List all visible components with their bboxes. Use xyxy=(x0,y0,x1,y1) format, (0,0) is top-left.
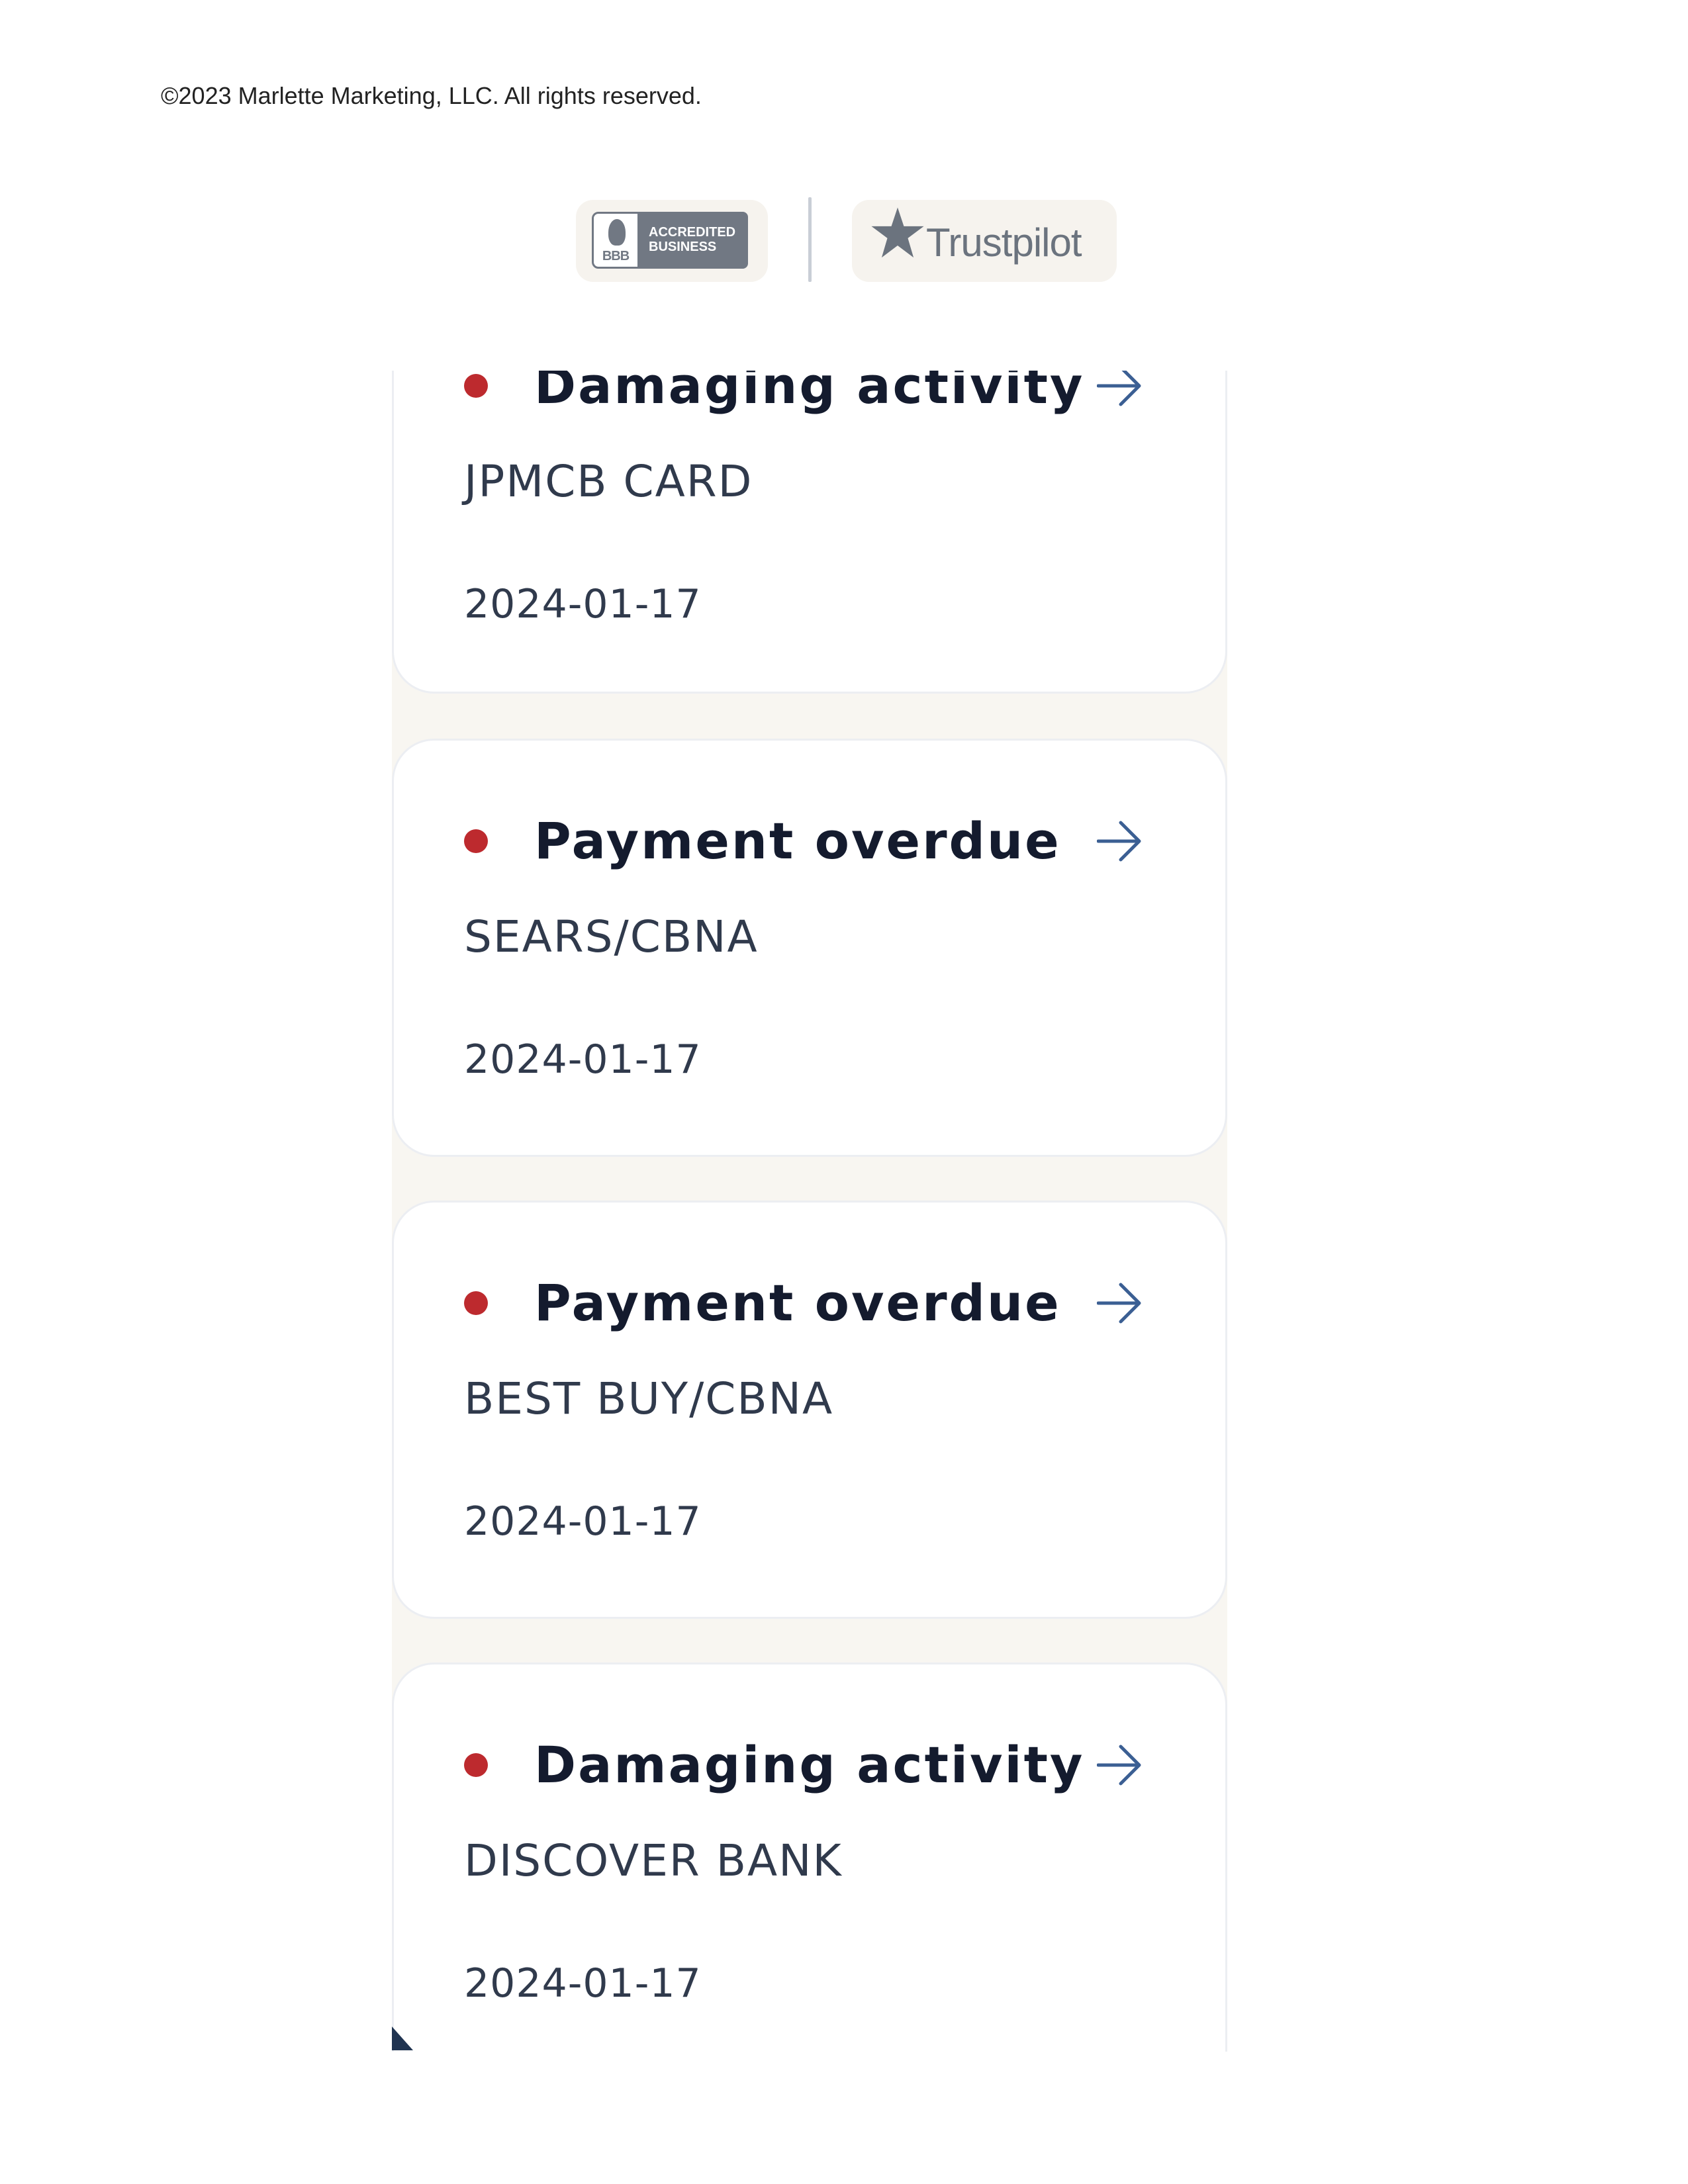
trustpilot-label: Trustpilot xyxy=(926,220,1082,265)
alert-account: BEST BUY/CBNA xyxy=(464,1373,834,1424)
red-dot-icon xyxy=(464,829,488,853)
alert-title: Damaging activity xyxy=(534,371,1085,415)
red-dot-icon xyxy=(464,1753,488,1777)
alert-card[interactable]: Payment overdue SEARS/CBNA 2024-01-17 xyxy=(392,739,1227,1157)
trustpilot-badge[interactable]: Trustpilot xyxy=(852,200,1117,282)
alert-title: Payment overdue xyxy=(534,811,1061,870)
bbb-torch-icon xyxy=(608,219,626,246)
bbb-line-2: BUSINESS xyxy=(649,240,717,254)
red-dot-icon xyxy=(464,1291,488,1315)
arrow-right-icon[interactable] xyxy=(1097,819,1142,864)
star-icon xyxy=(871,207,924,258)
bbb-accredited-badge[interactable]: BBB ACCREDITED BUSINESS xyxy=(576,200,768,282)
copyright-text: ©2023 Marlette Marketing, LLC. All right… xyxy=(161,82,702,109)
alert-account: SEARS/CBNA xyxy=(464,911,759,962)
badge-divider xyxy=(808,197,812,282)
bbb-seal-text: BBB xyxy=(602,249,630,263)
alert-date: 2024-01-17 xyxy=(464,1036,702,1083)
bbb-logo: BBB ACCREDITED BUSINESS xyxy=(592,212,748,269)
bbb-seal: BBB xyxy=(592,212,639,269)
alert-account: DISCOVER BANK xyxy=(464,1835,843,1886)
alert-card[interactable]: Payment overdue BEST BUY/CBNA 2024-01-17 xyxy=(392,1201,1227,1619)
alert-date: 2024-01-17 xyxy=(464,1498,702,1545)
red-dot-icon xyxy=(464,374,488,398)
alert-date: 2024-01-17 xyxy=(464,581,702,627)
alert-title: Damaging activity xyxy=(534,1735,1085,1794)
alert-card[interactable]: Damaging activity JPMCB CARD 2024-01-17 xyxy=(392,371,1227,694)
alert-title: Payment overdue xyxy=(534,1273,1061,1332)
bbb-accredited-text: ACCREDITED BUSINESS xyxy=(639,212,748,269)
arrow-right-icon[interactable] xyxy=(1097,1281,1142,1326)
alerts-panel: Damaging activity JPMCB CARD 2024-01-17 … xyxy=(392,371,1227,2052)
alert-date: 2024-01-17 xyxy=(464,1960,702,2007)
alert-card[interactable]: Damaging activity DISCOVER BANK 2024-01-… xyxy=(392,1662,1227,2052)
corner-marker xyxy=(392,2026,413,2050)
arrow-right-icon[interactable] xyxy=(1097,371,1142,408)
alert-account: JPMCB CARD xyxy=(464,456,753,507)
arrow-right-icon[interactable] xyxy=(1097,1743,1142,1788)
bbb-line-1: ACCREDITED xyxy=(649,225,736,240)
